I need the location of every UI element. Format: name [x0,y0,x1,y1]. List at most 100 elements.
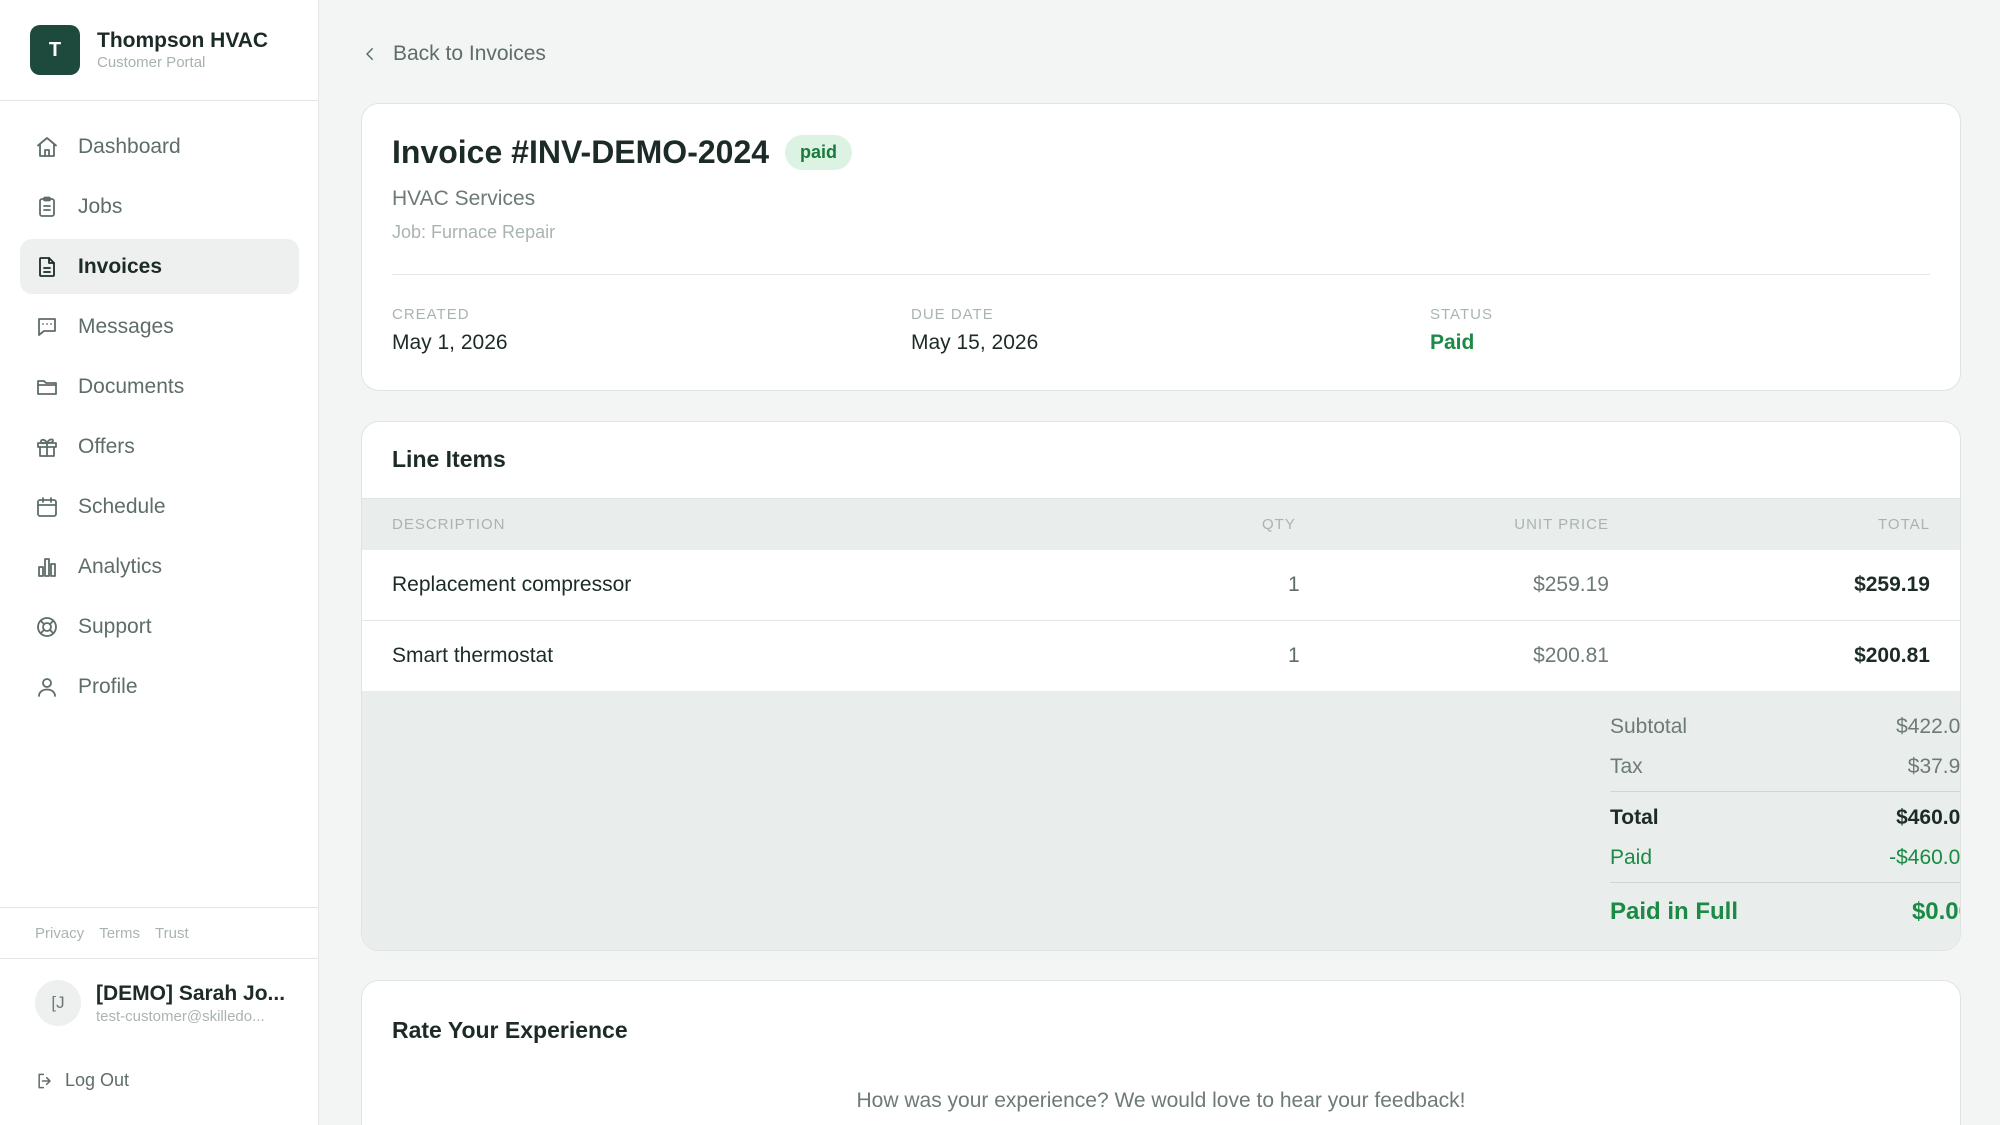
logout-icon [38,1073,51,1088]
item-description: Smart thermostat [392,644,554,667]
paid-value: -$460.00 [1889,846,1961,869]
item-total: $200.81 [1854,644,1930,667]
home-icon [37,136,57,157]
item-qty: 1 [1288,644,1300,667]
back-label: Back to Invoices [393,42,546,65]
sidebar-nav: Dashboard Jobs Invoices Messages Documen… [20,119,299,719]
user-icon [38,677,56,697]
chart-icon [38,557,56,577]
status-field: STATUS Paid [1430,306,1493,355]
privacy-link[interactable]: Privacy [35,925,84,942]
main-content: Back to Invoices Invoice #INV-DEMO-2024 … [320,0,2000,1125]
logout-label: Log Out [65,1070,130,1090]
total-row: Total $460.00 [1610,806,1961,830]
job-name: Job: Furnace Repair [392,222,556,242]
column-header-description: DESCRIPTION [392,516,506,533]
due-date-label: DUE DATE [911,306,994,323]
legal-links: Privacy Terms Trust [0,907,319,959]
balance-label: Paid in Full [1610,898,1739,925]
rate-experience-card: Rate Your Experience How was your experi… [361,980,1961,1125]
tax-label: Tax [1610,755,1643,778]
divider [1610,882,1960,883]
terms-link[interactable]: Terms [99,925,140,942]
service-name: HVAC Services [392,187,536,210]
message-icon [38,317,56,336]
line-items-title: Line Items [392,446,506,472]
totals-section: Subtotal $422.05 Tax $37.95 Total $460.0… [362,691,1961,950]
table-header: DESCRIPTION QTY UNIT PRICE TOTAL [362,498,1960,550]
sidebar-item-profile[interactable]: Profile [20,659,299,714]
sidebar-item-label: Schedule [78,494,166,518]
tax-row: Tax $37.95 [1610,755,1961,779]
brand-name: Thompson HVAC [97,29,269,52]
sidebar-item-label: Jobs [78,194,123,218]
rate-title: Rate Your Experience [392,1017,628,1043]
sidebar-item-label: Invoices [78,254,163,278]
paid-row: Paid -$460.00 [1610,846,1961,870]
avatar: [J [35,980,81,1026]
subtotal-label: Subtotal [1610,715,1688,738]
due-date-value: May 15, 2026 [911,331,1039,354]
page-title: Invoice #INV-DEMO-2024 [392,134,770,170]
user-email: test-customer@skilledo... [96,1007,265,1025]
sidebar-item-documents[interactable]: Documents [20,359,299,414]
clipboard-icon [39,196,55,217]
trust-link[interactable]: Trust [155,925,189,942]
sidebar-item-support[interactable]: Support [20,599,299,654]
brand-subtitle: Customer Portal [97,54,206,71]
file-icon [39,256,55,277]
item-qty: 1 [1288,573,1300,596]
rate-question: How was your experience? We would love t… [856,1089,1466,1112]
sidebar-item-label: Profile [78,674,138,698]
total-label: Total [1610,806,1659,829]
sidebar-item-schedule[interactable]: Schedule [20,479,299,534]
tax-value: $37.95 [1907,755,1961,778]
balance-value: $0.00 [1911,898,1960,925]
gift-icon [37,437,57,457]
brand-header: T Thompson HVAC Customer Portal [0,0,318,101]
sidebar-item-jobs[interactable]: Jobs [20,179,299,234]
item-unit-price: $259.19 [1533,573,1609,596]
sidebar: T Thompson HVAC Customer Portal Dashboar… [0,0,319,1125]
item-unit-price: $200.81 [1533,644,1609,667]
subtotal-value: $422.05 [1896,715,1961,738]
sidebar-item-label: Documents [78,374,185,398]
balance-row: Paid in Full $0.00 [1610,898,1960,926]
lifebuoy-icon [37,616,57,637]
folder-icon [37,379,57,395]
created-label: CREATED [392,306,470,323]
divider [1610,791,1960,792]
sidebar-item-messages[interactable]: Messages [20,299,299,354]
subtotal-row: Subtotal $422.05 [1610,715,1961,739]
line-items-card: Line Items DESCRIPTION QTY UNIT PRICE TO… [361,421,1961,951]
sidebar-item-label: Analytics [78,554,163,578]
paid-label: Paid [1610,846,1653,869]
sidebar-item-dashboard[interactable]: Dashboard [20,119,299,174]
sidebar-item-label: Dashboard [78,134,181,158]
sidebar-item-offers[interactable]: Offers [20,419,299,474]
column-header-qty: QTY [1262,516,1296,533]
calendar-icon [37,496,57,517]
sidebar-item-analytics[interactable]: Analytics [20,539,299,594]
invoice-summary-card: Invoice #INV-DEMO-2024 paid HVAC Service… [361,103,1961,391]
sidebar-item-label: Support [78,614,152,638]
item-description: Replacement compressor [392,573,632,596]
table-row: Replacement compressor 1 $259.19 $259.19 [362,550,1960,621]
sidebar-item-label: Messages [78,314,174,338]
due-date-field: DUE DATE May 15, 2026 [911,306,1038,355]
column-header-total: TOTAL [1878,516,1930,533]
user-name: [DEMO] Sarah Jo... [96,981,286,1005]
total-value: $460.00 [1896,806,1961,829]
back-to-invoices-link[interactable]: Back to Invoices [361,42,546,66]
sidebar-item-label: Offers [78,434,135,458]
sidebar-item-invoices[interactable]: Invoices [20,239,299,294]
item-total: $259.19 [1854,573,1930,596]
chevron-left-icon [366,48,373,60]
status-value: Paid [1430,331,1475,354]
divider [392,274,1930,275]
user-profile[interactable]: [J [DEMO] Sarah Jo... test-customer@skil… [35,980,286,1026]
status-label: STATUS [1430,306,1493,323]
logout-button[interactable]: Log Out [35,1070,129,1091]
status-badge: paid [785,135,853,170]
created-value: May 1, 2026 [392,331,508,354]
